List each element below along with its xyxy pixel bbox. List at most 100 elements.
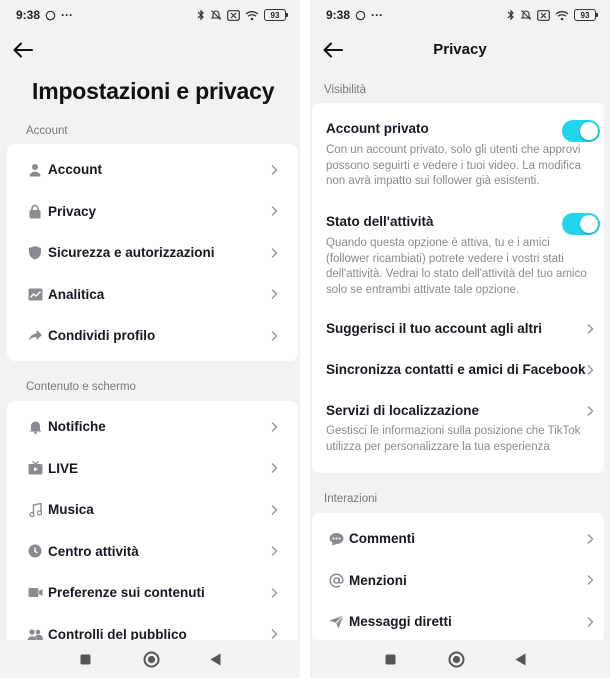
no-sim-icon: [227, 9, 240, 21]
recent-apps-button[interactable]: [79, 653, 92, 666]
interaction-item-direct-messages[interactable]: Messaggi diretti: [312, 601, 604, 643]
status-time: 9:38: [16, 8, 41, 22]
chevron-right-icon: [587, 364, 594, 376]
chevron-right-icon: [271, 206, 278, 217]
content-card: Notifiche LIVE Musica Centro attività Pr…: [7, 401, 298, 661]
location-services-description: Gestisci le informazioni sulla posizione…: [326, 425, 581, 453]
suggest-account-item[interactable]: Suggerisci il tuo account agli altri: [312, 321, 604, 337]
status-time: 9:38: [326, 8, 351, 22]
settings-item-activity-center[interactable]: Centro attività: [7, 531, 298, 573]
back-nav-button[interactable]: [514, 652, 527, 666]
settings-item-label: Analitica: [48, 286, 105, 302]
chevron-right-icon: [271, 504, 278, 515]
triangle-left-icon: [210, 653, 221, 665]
visibility-card: Account privato Con un account privato, …: [312, 103, 604, 473]
private-account-description: Con un account privato, solo gli utenti …: [326, 144, 582, 187]
settings-item-analytics[interactable]: Analitica: [7, 274, 298, 316]
settings-item-label: Account: [48, 162, 102, 178]
settings-item-music[interactable]: Musica: [7, 489, 298, 531]
settings-item-security[interactable]: Sicurezza e autorizzazioni: [7, 232, 298, 274]
home-button[interactable]: [447, 650, 465, 668]
chevron-right-icon: [271, 463, 278, 474]
status-bar: 9:38 ··· 93: [310, 0, 610, 30]
account-card: Account Privacy Sicurezza e autorizzazio…: [7, 144, 298, 361]
settings-item-share-profile[interactable]: Condividi profilo: [7, 315, 298, 357]
person-icon: [25, 160, 45, 180]
chevron-right-icon: [587, 575, 594, 586]
chevron-right-icon: [587, 616, 594, 627]
interaction-item-mentions[interactable]: Menzioni: [312, 560, 604, 602]
send-icon: [326, 612, 346, 632]
activity-status-title: Stato dell'attività: [326, 214, 434, 229]
wifi-icon: [245, 10, 259, 21]
status-bar: 9:38 ··· 93: [0, 0, 300, 30]
settings-item-live[interactable]: LIVE: [7, 448, 298, 490]
interaction-item-label: Menzioni: [349, 572, 407, 588]
at-sign-icon: [326, 570, 346, 590]
sync-contacts-label: Sincronizza contatti e amici di Facebook: [326, 362, 586, 377]
chevron-right-icon: [271, 587, 278, 598]
location-services-item[interactable]: Servizi di localizzazione Gestisci le in…: [312, 403, 604, 455]
circle-icon: [448, 651, 464, 667]
bluetooth-icon: [507, 9, 515, 21]
back-nav-button[interactable]: [209, 652, 222, 666]
triangle-left-icon: [515, 653, 526, 665]
chart-icon: [25, 284, 45, 304]
settings-item-privacy[interactable]: Privacy: [7, 191, 298, 233]
settings-item-label: Notifiche: [48, 419, 106, 435]
settings-item-account[interactable]: Account: [7, 149, 298, 191]
activity-status-toggle[interactable]: [562, 213, 600, 235]
interaction-item-comments[interactable]: Commenti: [312, 518, 604, 560]
page-title: Impostazioni e privacy: [32, 78, 275, 104]
back-button[interactable]: [10, 38, 36, 62]
sync-contacts-item[interactable]: Sincronizza contatti e amici di Facebook: [312, 362, 604, 378]
settings-item-label: Centro attività: [48, 543, 139, 559]
status-more: ···: [371, 8, 384, 22]
section-label-content: Contenuto e schermo: [26, 381, 136, 393]
private-account-toggle[interactable]: [562, 120, 600, 142]
shield-icon: [25, 243, 45, 263]
system-nav-bar: [310, 640, 610, 678]
settings-item-content-preferences[interactable]: Preferenze sui contenuti: [7, 572, 298, 614]
square-icon: [385, 654, 396, 665]
share-icon: [25, 326, 45, 346]
chevron-right-icon: [271, 546, 278, 557]
chevron-right-icon: [587, 405, 594, 417]
section-label-visibility: Visibilità: [324, 84, 366, 96]
location-services-title: Servizi di localizzazione: [326, 403, 480, 418]
settings-item-label: Preferenze sui contenuti: [48, 585, 205, 601]
section-label-account: Account: [26, 125, 68, 137]
arrow-left-icon: [13, 42, 33, 58]
page-title: Privacy: [433, 41, 487, 58]
status-more: ···: [61, 8, 74, 22]
home-button[interactable]: [142, 650, 160, 668]
circle-icon: [143, 651, 159, 667]
settings-item-label: LIVE: [48, 460, 79, 476]
interactions-card: Commenti Menzioni Messaggi diretti: [312, 513, 604, 643]
screen-divider: [300, 0, 310, 678]
suggest-account-label: Suggerisci il tuo account agli altri: [326, 321, 543, 336]
settings-item-label: Musica: [48, 502, 94, 518]
activity-status-description: Quando questa opzione è attiva, tu e i a…: [326, 237, 587, 296]
comment-icon: [326, 529, 346, 549]
whatsapp-icon: [45, 10, 56, 21]
lock-icon: [25, 201, 45, 221]
system-nav-bar: [0, 640, 300, 678]
interaction-item-label: Commenti: [349, 531, 416, 547]
chevron-right-icon: [587, 323, 594, 335]
interaction-item-label: Messaggi diretti: [349, 614, 452, 630]
chevron-right-icon: [271, 421, 278, 432]
battery-indicator: 93: [574, 9, 598, 21]
battery-indicator: 93: [264, 9, 288, 21]
chevron-right-icon: [271, 330, 278, 341]
wifi-icon: [555, 10, 569, 21]
live-tv-icon: [25, 458, 45, 478]
settings-item-notifications[interactable]: Notifiche: [7, 406, 298, 448]
no-sim-icon: [537, 9, 550, 21]
recent-apps-button[interactable]: [384, 653, 397, 666]
bell-icon: [25, 417, 45, 437]
square-icon: [80, 654, 91, 665]
privacy-screen: 9:38 ··· 93 Privacy Visibilità Account p…: [310, 0, 610, 678]
whatsapp-icon: [355, 10, 366, 21]
chevron-right-icon: [271, 247, 278, 258]
